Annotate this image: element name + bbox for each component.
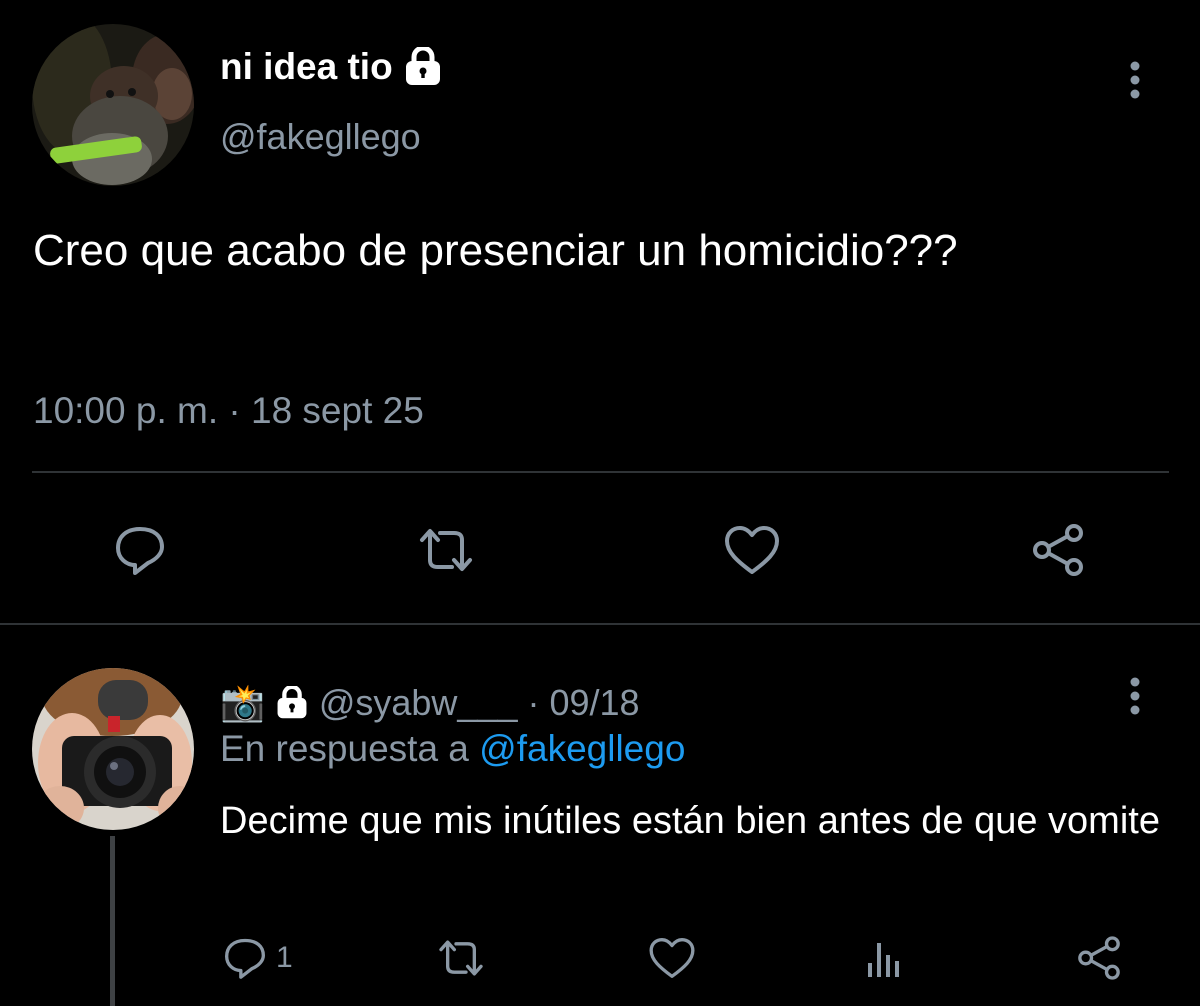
reply-count: 1 xyxy=(276,941,293,974)
analytics-icon xyxy=(868,943,899,977)
author-handle[interactable]: @fakegllego xyxy=(220,116,421,158)
retweet-button[interactable] xyxy=(410,514,482,586)
share-button[interactable] xyxy=(1072,928,1126,988)
tweet-timestamp[interactable]: 10:00 p. m. · 18 sept 25 xyxy=(33,390,424,432)
share-icon xyxy=(1078,936,1120,980)
reply-date[interactable]: · 09/18 xyxy=(527,682,639,724)
reply-icon xyxy=(225,938,265,979)
more-vertical-icon[interactable] xyxy=(1120,58,1150,102)
replying-mention-link[interactable]: @fakegllego xyxy=(479,728,685,769)
like-button[interactable] xyxy=(716,514,788,586)
avatar-photo xyxy=(32,24,194,186)
divider xyxy=(0,623,1200,625)
retweet-icon xyxy=(439,940,483,976)
author-avatar[interactable] xyxy=(32,24,194,186)
avatar-photo xyxy=(32,668,194,830)
share-icon xyxy=(1033,524,1083,576)
replying-to: En respuesta a @fakegllego xyxy=(220,728,685,770)
reply-icon xyxy=(116,527,164,575)
heart-icon xyxy=(649,938,695,978)
reply-text: Decime que mis inútiles están bien antes… xyxy=(220,800,1160,842)
reply-button[interactable] xyxy=(104,514,176,586)
divider xyxy=(32,471,1169,473)
camera-flash-emoji: 📸 xyxy=(220,682,265,723)
analytics-button[interactable] xyxy=(860,928,910,988)
thread-line xyxy=(110,836,115,1006)
reply-header[interactable]: 📸 @syabw___ · 09/18 xyxy=(220,678,640,728)
lock-icon xyxy=(275,686,309,720)
reply-author-avatar[interactable] xyxy=(32,668,194,830)
reply-button[interactable]: 1 xyxy=(220,928,293,988)
share-button[interactable] xyxy=(1022,514,1094,586)
display-name-text: ni idea tio xyxy=(220,46,393,87)
reply-author-handle[interactable]: @syabw___ xyxy=(319,682,518,724)
author-display-name[interactable]: ni idea tio xyxy=(220,46,443,88)
replying-prefix: En respuesta a xyxy=(220,728,469,769)
retweet-icon xyxy=(420,529,472,571)
tweet-text: Creo que acabo de presenciar un homicidi… xyxy=(33,226,958,275)
lock-icon xyxy=(403,47,443,87)
heart-icon xyxy=(725,526,779,574)
more-vertical-icon[interactable] xyxy=(1120,674,1150,718)
retweet-button[interactable] xyxy=(434,928,488,988)
like-button[interactable] xyxy=(646,928,698,988)
